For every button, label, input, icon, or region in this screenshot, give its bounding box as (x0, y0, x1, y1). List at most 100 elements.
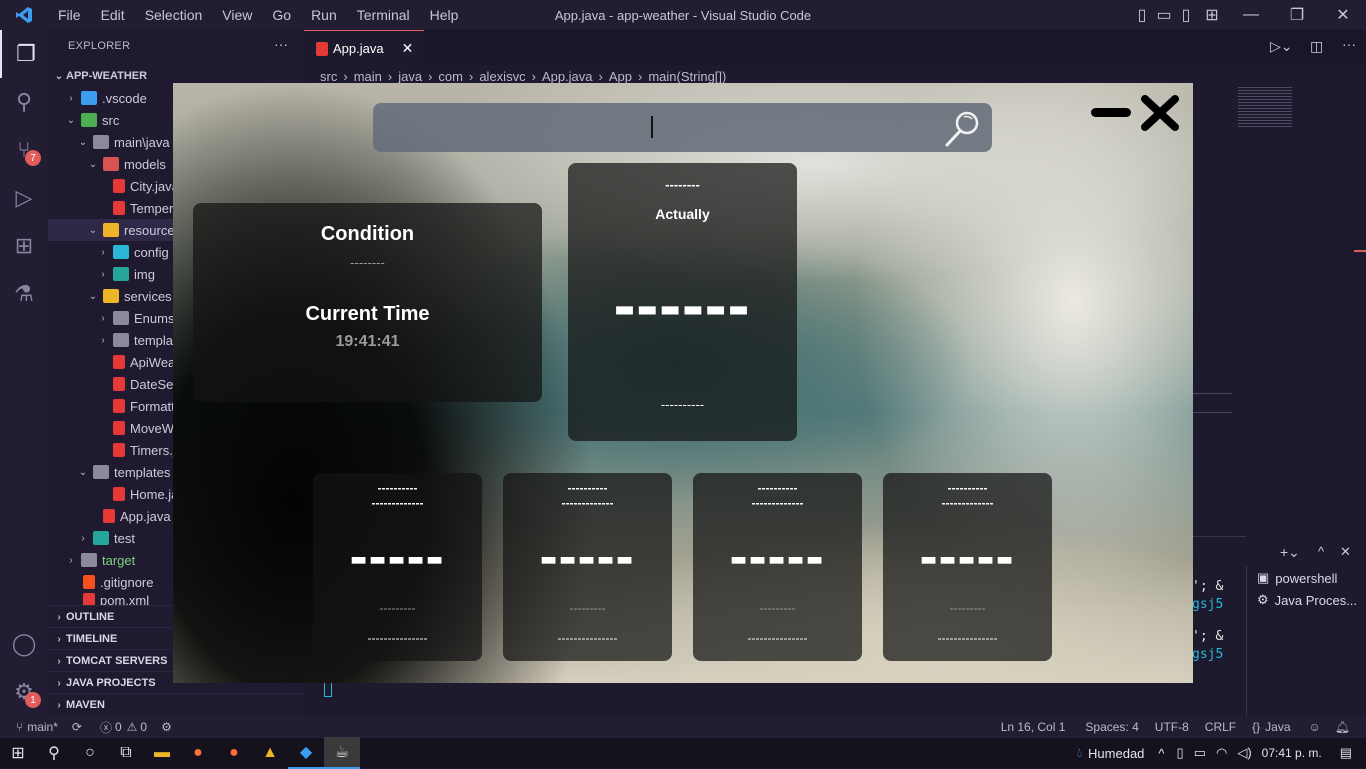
java-file-icon (103, 509, 115, 523)
language-mode[interactable]: Java (1265, 720, 1290, 734)
manage-gear-icon[interactable]: ⚙ (0, 668, 48, 716)
file-explorer-icon[interactable]: ▬ (144, 738, 180, 768)
branch-name[interactable]: main* (27, 720, 58, 734)
city-search-input[interactable] (385, 111, 929, 145)
forecast-minmax: --------------- (557, 631, 618, 645)
menu-go[interactable]: Go (262, 7, 301, 23)
search-box[interactable] (373, 103, 992, 152)
menu-terminal[interactable]: Terminal (347, 7, 420, 23)
explorer-icon[interactable]: ❐ (0, 30, 50, 78)
condition-title: Condition (320, 223, 415, 245)
close-panel-icon[interactable]: ✕ (1340, 544, 1351, 560)
breadcrumb-item[interactable]: main (354, 69, 382, 84)
chevron-up-icon[interactable]: ^ (1158, 746, 1164, 761)
more-actions-icon[interactable]: ··· (274, 36, 288, 52)
chevron-right-icon: › (57, 611, 61, 623)
account-icon[interactable]: ◯ (0, 620, 48, 668)
search-icon[interactable]: ⚲ (0, 78, 48, 126)
cursor-position[interactable]: Ln 16, Col 1 (1001, 720, 1066, 734)
search-icon[interactable]: ⚲ (36, 738, 72, 768)
close-app-button[interactable] (1139, 93, 1181, 133)
xml-file-icon (83, 593, 95, 605)
breadcrumb-item[interactable]: App (609, 69, 632, 84)
run-debug-icon[interactable]: ▷ (0, 174, 48, 222)
minimize-app-button[interactable] (1091, 105, 1131, 119)
split-editor-icon[interactable]: ◫ (1310, 38, 1323, 55)
more-actions-icon[interactable]: ··· (1342, 36, 1356, 52)
extensions-icon[interactable]: ⊞ (0, 222, 48, 270)
notification-center-icon[interactable]: ▤ (1340, 745, 1352, 761)
weather-widget[interactable]: Humedad (1088, 746, 1144, 761)
battery-icon[interactable]: ▭ (1194, 745, 1206, 761)
error-count[interactable]: 0 (115, 720, 122, 734)
folder-icon (81, 91, 97, 105)
java-file-icon (113, 487, 125, 501)
menu-file[interactable]: File (48, 7, 91, 23)
toggle-sidebar-icon[interactable]: ▯ (1130, 0, 1154, 30)
search-icon[interactable] (943, 108, 983, 148)
firefox-icon[interactable]: ● (180, 738, 216, 768)
toggle-panel-icon[interactable]: ▭ (1152, 0, 1176, 30)
menu-run[interactable]: Run (301, 7, 347, 23)
windows-start-icon[interactable]: ⊞ (0, 738, 36, 768)
warning-count[interactable]: 0 (140, 720, 147, 734)
testing-icon[interactable]: ⚗ (0, 270, 48, 318)
vscode-icon[interactable]: ◆ (288, 737, 324, 769)
git-file-icon (83, 575, 95, 589)
notifications-icon[interactable]: 🔔︎ (1335, 720, 1350, 734)
breadcrumb-item[interactable]: alexisvc (479, 69, 525, 84)
postman-icon[interactable]: ● (216, 738, 252, 768)
breadcrumb-item[interactable]: java (398, 69, 422, 84)
breadcrumb-item[interactable]: main(String[]) (648, 69, 726, 84)
forecast-temp: ▬▬▬▬▬ (539, 549, 636, 570)
chevron-down-icon: ⌄ (66, 114, 76, 126)
folder-icon (103, 157, 119, 171)
menu-view[interactable]: View (212, 7, 262, 23)
activity-bar: ❐ ⚲ ⑂ 7 ▷ ⊞ ⚗ ◯ ⚙ 1 (0, 30, 48, 716)
menu-edit[interactable]: Edit (91, 7, 135, 23)
feedback-icon[interactable]: ☺ (1309, 720, 1321, 734)
breadcrumb-item[interactable]: com (438, 69, 463, 84)
source-control-icon[interactable]: ⑂ (0, 126, 48, 174)
debug-icon[interactable]: ⚙ (161, 720, 172, 734)
chevron-down-icon: ⌄ (88, 158, 98, 170)
menu-selection[interactable]: Selection (135, 7, 213, 23)
minimap[interactable] (1238, 87, 1292, 127)
app-icon[interactable]: ▲ (252, 738, 288, 768)
terminal-item-java[interactable]: ⚙ Java Proces... (1257, 592, 1357, 608)
restore-window-button[interactable]: ❐ (1274, 0, 1320, 30)
terminal-list: ▣ powershell ⚙ Java Proces... (1246, 566, 1366, 716)
sync-icon[interactable]: ⟳ (72, 720, 82, 734)
wifi-icon[interactable]: ◠ (1216, 745, 1227, 761)
terminal-item-powershell[interactable]: ▣ powershell (1257, 570, 1337, 586)
section-maven[interactable]: › MAVEN (48, 693, 304, 716)
encoding[interactable]: UTF-8 (1155, 720, 1189, 734)
section-label: OUTLINE (66, 611, 115, 623)
network-status-icon[interactable]: ▯ (1177, 745, 1184, 761)
task-view-icon[interactable]: ⧉ (108, 738, 144, 768)
layout-icon[interactable]: ⊞ (1200, 0, 1224, 30)
toggle-secondary-sidebar-icon[interactable]: ▯ (1174, 0, 1198, 30)
close-tab-icon[interactable]: ✕ (402, 40, 414, 57)
new-terminal-icon[interactable]: +⌄ (1280, 544, 1300, 561)
chevron-right-icon: › (57, 655, 61, 667)
line-ending[interactable]: CRLF (1205, 720, 1236, 734)
minimize-window-button[interactable]: — (1228, 0, 1274, 30)
breadcrumb-item[interactable]: App.java (542, 69, 593, 84)
breadcrumb-item[interactable]: src (320, 69, 337, 84)
java-app-icon[interactable]: ☕︎ (324, 737, 360, 769)
indentation[interactable]: Spaces: 4 (1085, 720, 1138, 734)
minimap-slider[interactable] (1192, 393, 1232, 413)
run-icon[interactable]: ▷⌄ (1270, 38, 1293, 55)
tree-item-label: pom.xml (100, 593, 150, 605)
forecast-condition: --------- (379, 601, 416, 615)
volume-icon[interactable]: ◁) (1237, 745, 1251, 761)
clock[interactable]: 07:41 p. m. (1262, 746, 1322, 760)
maximize-panel-icon[interactable]: ^ (1318, 544, 1324, 559)
tree-item-label: main\java (114, 134, 170, 150)
tab-app-java[interactable]: App.java ✕ (304, 30, 424, 66)
folder-icon (113, 333, 129, 347)
cortana-icon[interactable]: ○ (72, 738, 108, 768)
menu-help[interactable]: Help (420, 7, 469, 23)
close-window-button[interactable]: ✕ (1320, 0, 1366, 30)
